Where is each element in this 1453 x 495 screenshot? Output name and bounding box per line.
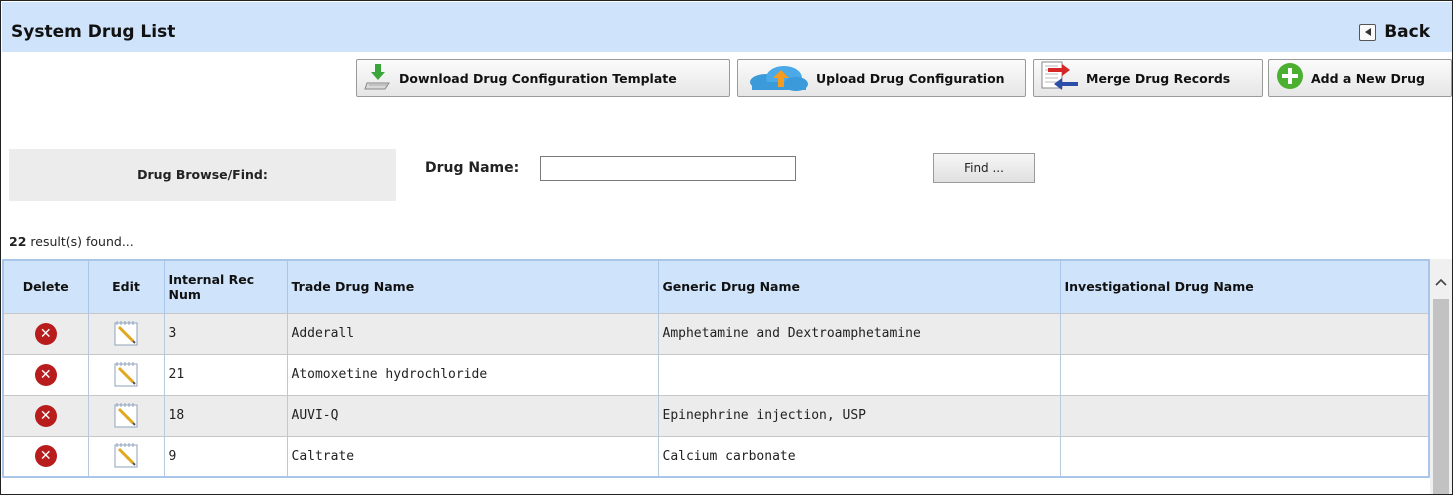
notepad-edit-icon[interactable]	[111, 402, 141, 433]
back-label: Back	[1384, 22, 1430, 42]
investigational-name-cell	[1060, 435, 1430, 477]
download-template-button[interactable]: Download Drug Configuration Template	[356, 59, 730, 97]
drug-table: Delete Edit Internal Rec Num Trade Drug …	[2, 259, 1430, 478]
notepad-edit-icon[interactable]	[111, 320, 141, 351]
upload-configuration-button[interactable]: Upload Drug Configuration	[737, 59, 1026, 97]
rec-num-cell: 18	[164, 394, 288, 436]
add-new-drug-button[interactable]: Add a New Drug	[1268, 59, 1452, 97]
trade-name-cell: Atomoxetine hydrochloride	[287, 353, 659, 395]
merge-drug-records-label: Merge Drug Records	[1086, 70, 1231, 86]
results-suffix: result(s) found...	[30, 234, 134, 249]
rec-num-cell: 3	[164, 312, 288, 354]
column-header-edit[interactable]: Edit	[88, 260, 165, 313]
delete-x-icon[interactable]: ✕	[34, 404, 57, 427]
drug-browse-label: Drug Browse/Find:	[137, 167, 268, 182]
scroll-up-icon[interactable]	[1430, 277, 1452, 291]
column-header-internal-rec-num[interactable]: Internal Rec Num	[164, 260, 288, 313]
delete-x-icon[interactable]: ✕	[34, 363, 57, 386]
edit-cell	[88, 312, 165, 354]
delete-cell: ✕	[3, 435, 89, 477]
generic-name-cell	[658, 353, 1061, 395]
edit-cell	[88, 394, 165, 436]
download-template-label: Download Drug Configuration Template	[399, 70, 677, 86]
download-arrow-icon	[363, 61, 393, 95]
upload-configuration-label: Upload Drug Configuration	[816, 70, 1005, 86]
add-new-drug-label: Add a New Drug	[1311, 70, 1425, 86]
results-count: 22 result(s) found...	[9, 234, 134, 249]
delete-cell: ✕	[3, 312, 89, 354]
table-row: ✕ 3 Adderall Amphetamine and Dextroamphe…	[3, 312, 1430, 354]
column-header-investigational-drug-name[interactable]: Investigational Drug Name	[1060, 260, 1430, 313]
generic-name-cell: Amphetamine and Dextroamphetamine	[658, 312, 1061, 354]
delete-x-icon[interactable]: ✕	[34, 322, 57, 345]
find-button[interactable]: Find ...	[933, 153, 1035, 183]
rec-num-cell: 21	[164, 353, 288, 395]
trade-name-cell: Caltrate	[287, 435, 659, 477]
trade-name-cell: AUVI-Q	[287, 394, 659, 436]
rec-num-cell: 9	[164, 435, 288, 477]
drug-name-label: Drug Name:	[425, 160, 520, 176]
cloud-upload-icon	[744, 60, 810, 96]
delete-cell: ✕	[3, 353, 89, 395]
page-title: System Drug List	[11, 22, 176, 42]
notepad-edit-icon[interactable]	[111, 443, 141, 473]
edit-cell	[88, 353, 165, 395]
notepad-edit-icon[interactable]	[111, 361, 141, 392]
plus-circle-icon	[1275, 61, 1305, 95]
drug-name-input[interactable]	[540, 156, 796, 181]
investigational-name-cell	[1060, 353, 1430, 395]
edit-cell	[88, 435, 165, 477]
results-number: 22	[9, 234, 27, 249]
column-header-delete[interactable]: Delete	[3, 260, 89, 313]
merge-arrows-icon	[1040, 60, 1080, 96]
generic-name-cell: Calcium carbonate	[658, 435, 1061, 477]
delete-x-icon[interactable]: ✕	[34, 445, 57, 468]
scrollbar-thumb[interactable]	[1433, 299, 1449, 494]
trade-name-cell: Adderall	[287, 312, 659, 354]
title-bar: System Drug List Back	[2, 2, 1452, 52]
back-arrow-icon	[1359, 23, 1377, 41]
merge-drug-records-button[interactable]: Merge Drug Records	[1033, 59, 1263, 97]
table-row: ✕ 18 AUVI-Q Epinephrine injection, USP	[3, 394, 1430, 436]
column-header-generic-drug-name[interactable]: Generic Drug Name	[658, 260, 1061, 313]
table-header-row: Delete Edit Internal Rec Num Trade Drug …	[3, 260, 1430, 313]
column-header-trade-drug-name[interactable]: Trade Drug Name	[287, 260, 659, 313]
drug-browse-panel: Drug Browse/Find:	[9, 149, 396, 201]
table-row: ✕ 9 Caltrate Calcium carbonate	[3, 435, 1430, 477]
table-row: ✕ 21 Atomoxetine hydrochloride	[3, 353, 1430, 395]
generic-name-cell: Epinephrine injection, USP	[658, 394, 1061, 436]
investigational-name-cell	[1060, 312, 1430, 354]
investigational-name-cell	[1060, 394, 1430, 436]
page-frame: System Drug List Back Download Drug Conf…	[0, 0, 1453, 495]
vertical-scrollbar[interactable]	[1430, 259, 1452, 494]
back-button[interactable]: Back	[1359, 22, 1430, 42]
delete-cell: ✕	[3, 394, 89, 436]
